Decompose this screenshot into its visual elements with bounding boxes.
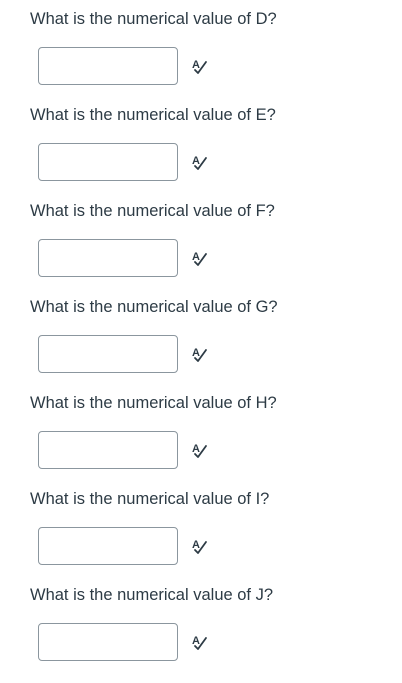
- answer-input-g[interactable]: [38, 335, 178, 373]
- svg-text:A: A: [192, 635, 200, 647]
- question-item-h: What is the numerical value of H? A: [0, 384, 402, 480]
- answer-input-e[interactable]: [38, 143, 178, 181]
- svg-text:A: A: [192, 251, 200, 263]
- spell-check-icon[interactable]: A: [189, 55, 211, 77]
- spell-check-icon[interactable]: A: [189, 535, 211, 557]
- spell-check-icon[interactable]: A: [189, 439, 211, 461]
- question-text: What is the numerical value of H?: [30, 394, 277, 412]
- question-text: What is the numerical value of F?: [30, 202, 275, 220]
- question-text: What is the numerical value of J?: [30, 586, 274, 604]
- answer-input-j[interactable]: [38, 623, 178, 661]
- question-item-d: What is the numerical value of D? A: [0, 0, 402, 96]
- question-text: What is the numerical value of G?: [30, 298, 278, 316]
- spell-check-icon[interactable]: A: [189, 343, 211, 365]
- spell-check-icon[interactable]: A: [189, 247, 211, 269]
- spell-check-icon[interactable]: A: [189, 631, 211, 653]
- spell-check-icon[interactable]: A: [189, 151, 211, 173]
- question-item-g: What is the numerical value of G? A: [0, 288, 402, 384]
- question-item-e: What is the numerical value of E? A: [0, 96, 402, 192]
- question-item-i: What is the numerical value of I? A: [0, 480, 402, 576]
- svg-text:A: A: [192, 347, 200, 359]
- question-text: What is the numerical value of D?: [30, 10, 277, 28]
- answer-input-d[interactable]: [38, 47, 178, 85]
- svg-text:A: A: [192, 155, 200, 167]
- svg-text:A: A: [192, 443, 200, 455]
- svg-text:A: A: [192, 539, 200, 551]
- question-item-f: What is the numerical value of F? A: [0, 192, 402, 288]
- question-text: What is the numerical value of E?: [30, 106, 276, 124]
- question-text: What is the numerical value of I?: [30, 490, 270, 508]
- answer-input-i[interactable]: [38, 527, 178, 565]
- answer-input-f[interactable]: [38, 239, 178, 277]
- answer-input-h[interactable]: [38, 431, 178, 469]
- svg-text:A: A: [192, 59, 200, 71]
- question-item-j: What is the numerical value of J? A: [0, 576, 402, 672]
